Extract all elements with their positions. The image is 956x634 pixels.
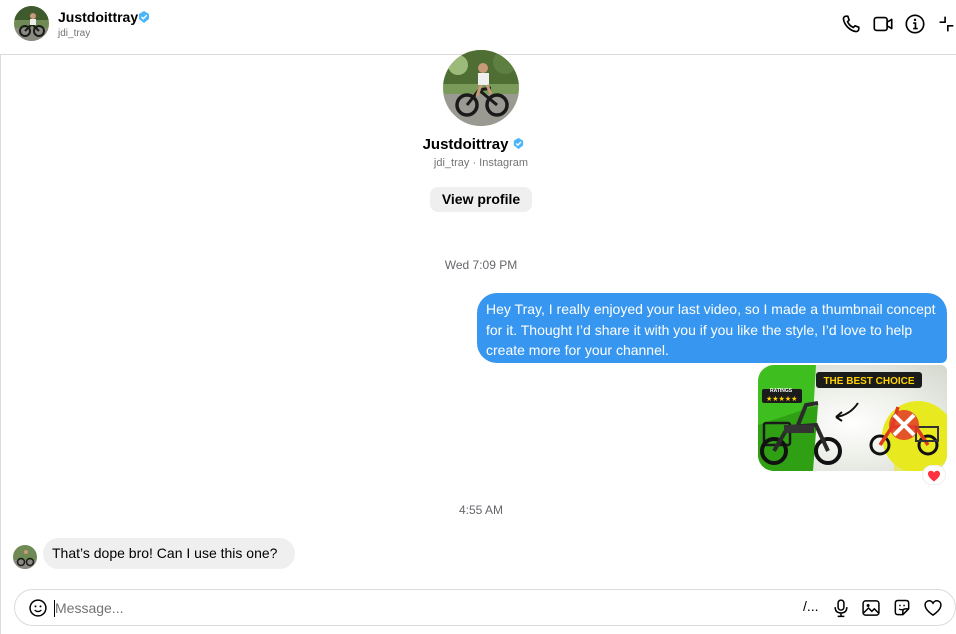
- message-reaction[interactable]: [922, 465, 946, 485]
- thumbnail-image-attachment[interactable]: THE BEST CHOICE RATINGS ★★★★★: [758, 365, 947, 471]
- view-profile-button[interactable]: View profile: [430, 187, 532, 212]
- microphone-icon[interactable]: [831, 598, 851, 618]
- sticker-icon[interactable]: [892, 598, 912, 618]
- header-username: jdi_tray: [58, 28, 91, 39]
- chat-header: Justdoittray jdi_tray: [0, 0, 956, 55]
- emoji-icon[interactable]: [28, 598, 48, 618]
- profile-name[interactable]: Justdoittray: [423, 136, 509, 153]
- heart-reaction-icon: [928, 470, 940, 482]
- incoming-message-bubble[interactable]: That’s dope bro! Can I use this one?: [43, 538, 295, 569]
- outgoing-message-bubble[interactable]: Hey Tray, I really enjoyed your last vid…: [477, 293, 947, 363]
- shortcut-button[interactable]: /...: [803, 598, 819, 614]
- video-camera-icon[interactable]: [872, 13, 894, 35]
- message-timestamp: 4:55 AM: [458, 503, 504, 517]
- header-name[interactable]: Justdoittray: [58, 9, 138, 25]
- header-avatar[interactable]: [14, 6, 49, 41]
- message-input[interactable]: [55, 596, 755, 620]
- profile-name-row: Justdoittray: [0, 136, 956, 153]
- phone-icon[interactable]: [840, 13, 862, 35]
- profile-subtitle: jdi_tray · Instagram: [433, 157, 529, 169]
- thumbnail-ratings-text: RATINGS: [770, 388, 793, 394]
- message-timestamp: Wed 7:09 PM: [444, 258, 518, 272]
- sender-avatar[interactable]: [13, 545, 37, 569]
- message-composer: /...: [14, 589, 956, 626]
- info-icon[interactable]: [904, 13, 926, 35]
- thumbnail-badge-text: THE BEST CHOICE: [823, 376, 914, 387]
- text-caret: [54, 600, 55, 617]
- profile-avatar[interactable]: [443, 50, 519, 126]
- thumbnail-stars: ★★★★★: [766, 395, 797, 403]
- heart-icon[interactable]: [923, 598, 943, 618]
- verified-badge-icon: [139, 11, 149, 23]
- verified-badge-icon: [514, 137, 524, 150]
- photo-icon[interactable]: [861, 598, 881, 618]
- collapse-icon[interactable]: [936, 13, 956, 35]
